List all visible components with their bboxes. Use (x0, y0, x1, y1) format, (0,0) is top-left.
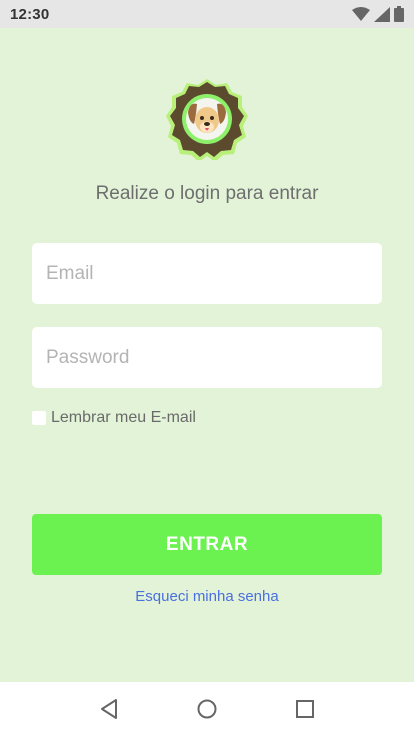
login-subtitle: Realize o login para entrar (95, 183, 319, 204)
email-field[interactable] (32, 243, 382, 304)
login-screen: Realize o login para entrar Lembrar meu … (0, 28, 414, 682)
back-icon[interactable] (94, 694, 124, 724)
navigation-bar (0, 682, 414, 736)
status-bar: 12:30 (0, 0, 414, 28)
dog-logo-icon (166, 78, 248, 162)
wifi-icon (352, 6, 370, 22)
submit-button[interactable]: ENTRAR (32, 514, 382, 575)
forgot-password-link[interactable]: Esqueci minha senha (0, 588, 414, 605)
battery-icon (394, 6, 404, 22)
password-field[interactable] (32, 327, 382, 388)
checkbox-box[interactable] (32, 411, 46, 425)
remember-email-checkbox[interactable]: Lembrar meu E-mail (32, 409, 196, 427)
remember-email-label: Lembrar meu E-mail (51, 409, 196, 426)
home-icon[interactable] (192, 694, 222, 724)
recents-icon[interactable] (290, 694, 320, 724)
signal-icon (374, 6, 390, 22)
status-icons (352, 6, 404, 22)
status-time: 12:30 (10, 5, 50, 23)
